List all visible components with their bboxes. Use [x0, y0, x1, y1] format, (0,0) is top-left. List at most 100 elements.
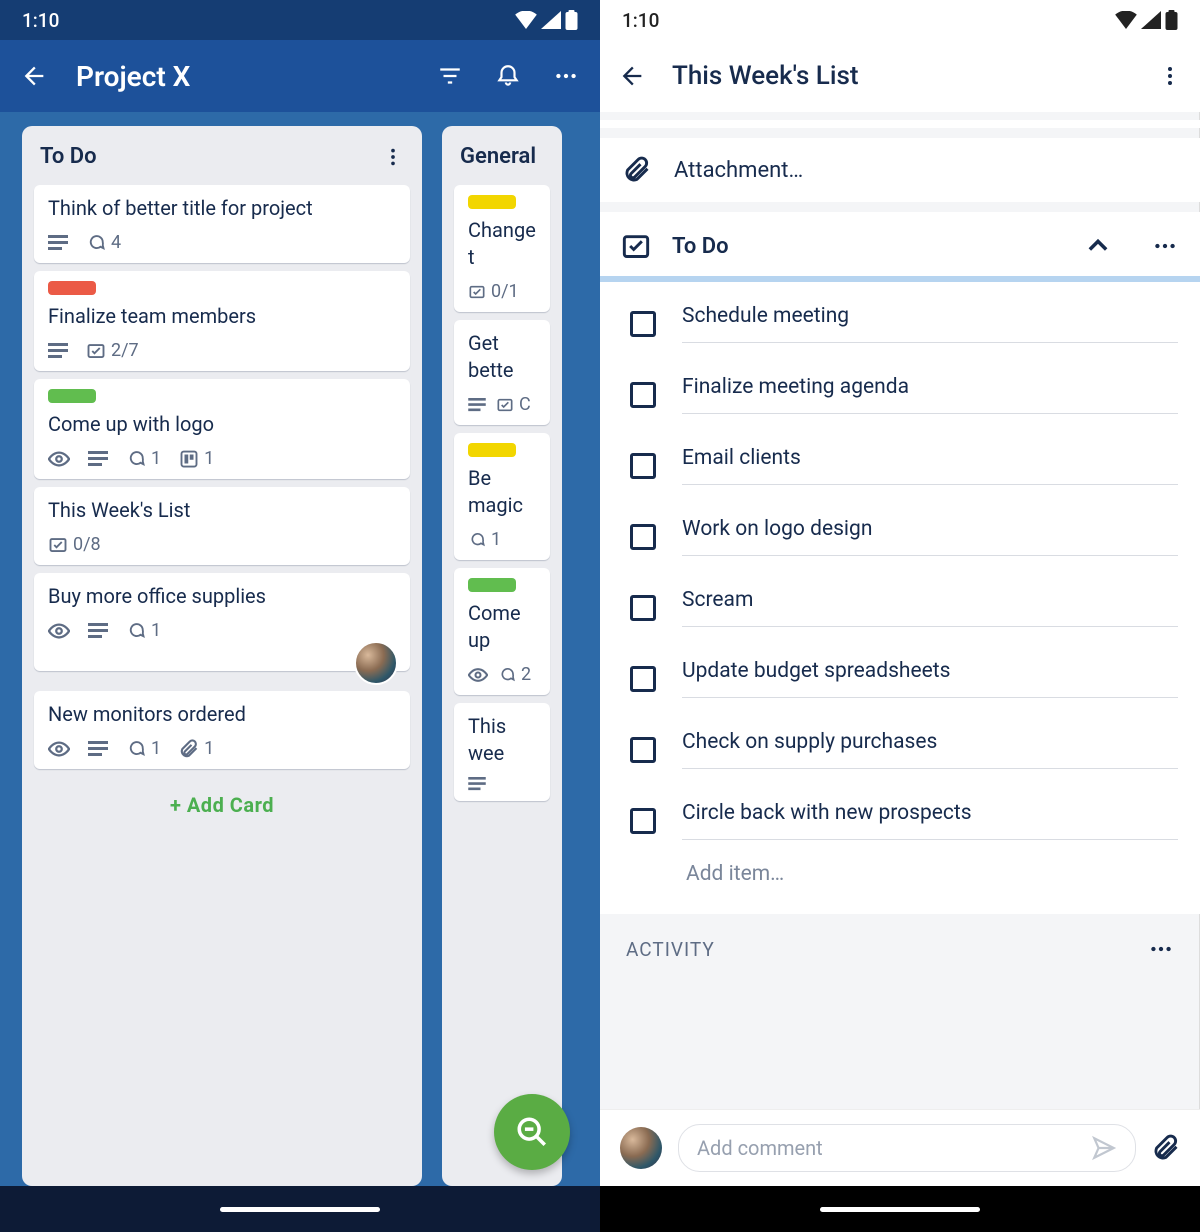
- description-icon: [88, 451, 108, 467]
- badge-count: 0/1: [491, 281, 519, 302]
- description-badge: [48, 235, 68, 251]
- send-button[interactable]: [1091, 1135, 1117, 1161]
- checkbox[interactable]: [630, 453, 656, 479]
- notifications-button[interactable]: [492, 63, 524, 89]
- checklist-title[interactable]: To Do: [672, 234, 1062, 259]
- checklist-item[interactable]: Work on logo design: [600, 501, 1200, 572]
- checklist-badge: C: [496, 394, 531, 415]
- checklist-item[interactable]: Circle back with new prospects: [600, 785, 1200, 856]
- comments-badge: 1: [126, 448, 161, 469]
- comment-icon: [498, 667, 516, 683]
- wifi-icon: [1115, 11, 1137, 29]
- attachment-badge: 1: [179, 448, 214, 469]
- paperclip-icon: [622, 156, 652, 184]
- checklist-icon: [468, 284, 486, 300]
- add-card-button[interactable]: + Add Card: [22, 773, 422, 825]
- card[interactable]: Be magic 1: [454, 433, 550, 560]
- card[interactable]: Finalize team members 2/7: [34, 271, 410, 371]
- item-text: Work on logo design: [682, 517, 1178, 556]
- list-header: To Do: [22, 126, 422, 181]
- member-avatar[interactable]: [354, 641, 398, 685]
- item-text: Email clients: [682, 446, 1178, 485]
- list-title[interactable]: General: [460, 144, 536, 169]
- gesture-pill[interactable]: [820, 1207, 980, 1212]
- label-yellow: [468, 195, 516, 209]
- fab-zoom-button[interactable]: [494, 1094, 570, 1170]
- card[interactable]: Buy more office supplies 1: [34, 573, 410, 671]
- card-detail-screen: 1:10 This Week's List Attachment…: [600, 0, 1200, 1232]
- card[interactable]: Change t 0/1: [454, 185, 550, 312]
- checklist-icon: [622, 232, 650, 260]
- signal-icon: [1141, 11, 1161, 29]
- comment-input[interactable]: Add comment: [678, 1124, 1136, 1172]
- checklist-menu-button[interactable]: [1152, 233, 1178, 259]
- nav-bar: [600, 1186, 1200, 1232]
- card-badges: 2/7: [48, 340, 396, 361]
- card[interactable]: Think of better title for project 4: [34, 185, 410, 263]
- description-icon: [48, 343, 68, 359]
- card[interactable]: Come up with logo 1 1: [34, 379, 410, 479]
- board-lists[interactable]: To Do Think of better title for project …: [0, 112, 600, 1186]
- label-yellow: [468, 443, 516, 457]
- description-icon: [48, 235, 68, 251]
- detail-scroll-area[interactable]: Attachment… To Do Schedule meeting Final…: [600, 112, 1200, 1232]
- gesture-pill[interactable]: [220, 1207, 380, 1212]
- checkbox[interactable]: [630, 595, 656, 621]
- overflow-button[interactable]: [550, 63, 582, 89]
- checklist-item[interactable]: Email clients: [600, 430, 1200, 501]
- checklist-item[interactable]: Scream: [600, 572, 1200, 643]
- comment-icon: [126, 622, 146, 640]
- list-title[interactable]: To Do: [40, 144, 97, 169]
- checkbox[interactable]: [630, 382, 656, 408]
- card-title: Come up with logo: [48, 411, 396, 438]
- card[interactable]: New monitors ordered 1 1: [34, 691, 410, 769]
- card[interactable]: Get bette C: [454, 320, 550, 425]
- status-bar: 1:10: [0, 0, 600, 40]
- card[interactable]: This Week's List 0/8: [34, 487, 410, 565]
- checklist-item[interactable]: Schedule meeting: [600, 288, 1200, 359]
- card[interactable]: Come up 2: [454, 568, 550, 695]
- checklist-item[interactable]: Update budget spreadsheets: [600, 643, 1200, 714]
- badge-count: 0/8: [73, 534, 101, 555]
- activity-menu-button[interactable]: [1148, 936, 1174, 962]
- label-green: [48, 389, 96, 403]
- card-title: Come up: [468, 600, 536, 654]
- badge-count: 4: [111, 232, 121, 253]
- back-button[interactable]: [618, 62, 646, 90]
- checklist-item[interactable]: Finalize meeting agenda: [600, 359, 1200, 430]
- badge-count: 1: [151, 448, 161, 469]
- collapse-button[interactable]: [1084, 232, 1112, 260]
- checklist-icon: [48, 536, 68, 554]
- watch-badge: [48, 741, 70, 757]
- description-icon: [468, 777, 486, 791]
- checklist-section: To Do Schedule meeting Finalize meeting …: [600, 212, 1200, 914]
- overflow-button[interactable]: [1158, 64, 1182, 88]
- checkbox[interactable]: [630, 808, 656, 834]
- bell-icon: [495, 63, 521, 89]
- card-badges: 0/1: [468, 281, 536, 302]
- back-button[interactable]: [18, 62, 50, 90]
- comments-badge: 1: [126, 620, 161, 641]
- description-badge: [468, 398, 486, 412]
- card-badges: 1: [48, 620, 396, 641]
- checkbox[interactable]: [630, 666, 656, 692]
- card[interactable]: This wee: [454, 703, 550, 801]
- checklist-icon: [496, 397, 514, 413]
- description-icon: [88, 741, 108, 757]
- card-title: Buy more office supplies: [48, 583, 396, 610]
- card-title: This Week's List: [48, 497, 396, 524]
- attachment-badge: 1: [179, 738, 214, 759]
- checklist-item[interactable]: Check on supply purchases: [600, 714, 1200, 785]
- add-attachment-row[interactable]: Attachment…: [600, 138, 1200, 202]
- filter-button[interactable]: [434, 63, 466, 89]
- badge-count: 1: [151, 620, 161, 641]
- attach-button[interactable]: [1152, 1134, 1180, 1162]
- checkbox[interactable]: [630, 524, 656, 550]
- add-checklist-item[interactable]: Add item…: [600, 856, 1200, 904]
- list-menu-button[interactable]: [382, 146, 404, 168]
- description-badge: [88, 451, 108, 467]
- checkbox[interactable]: [630, 737, 656, 763]
- checkbox[interactable]: [630, 311, 656, 337]
- nav-bar: [0, 1186, 600, 1232]
- user-avatar[interactable]: [620, 1127, 662, 1169]
